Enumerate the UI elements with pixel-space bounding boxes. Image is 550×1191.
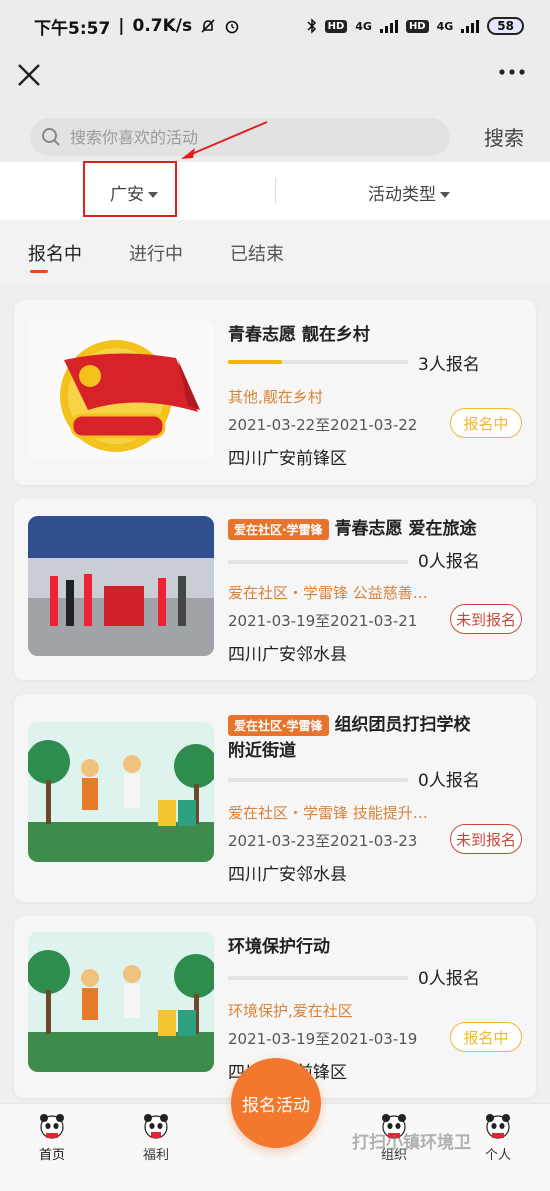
- annotation-arrow-icon: [181, 121, 268, 159]
- category-tag-badge: 爱在社区·学雷锋: [228, 714, 329, 736]
- signup-activity-label: 报名活动: [242, 1095, 310, 1116]
- mute-bell-icon: [201, 19, 215, 33]
- activity-title: 环境保护行动: [228, 937, 330, 957]
- top-bar: [0, 52, 550, 104]
- activity-category: 爱在社区・学雷锋 技能提升…: [228, 804, 428, 822]
- annotation-highlight-box: [83, 161, 177, 217]
- activity-dates: 2021-03-19至2021-03-21: [228, 612, 418, 630]
- signup-count: 3人报名: [418, 355, 480, 375]
- partial-activity-title: 打扫小镇环境卫: [352, 1133, 471, 1153]
- activity-card[interactable]: 青春志愿 靓在乡村 3人报名 其他,靓在乡村 2021-03-22至2021-0…: [14, 300, 536, 485]
- signup-progress-bar: [228, 976, 408, 980]
- signup-progress-bar: [228, 560, 408, 564]
- type-filter-dropdown[interactable]: 活动类型: [368, 180, 450, 205]
- signal-bars-icon: [379, 19, 398, 33]
- activity-location: 四川广安邻水县: [228, 645, 347, 665]
- hd-badge: HD: [324, 19, 348, 33]
- nav-label-profile: 个人: [484, 1148, 511, 1163]
- more-options-icon[interactable]: [496, 60, 528, 84]
- network-label-1: 4G: [355, 19, 372, 33]
- nav-item-home[interactable]: 首页: [22, 1112, 82, 1163]
- signup-progress-bar: [228, 360, 408, 364]
- nav-label-home: 首页: [38, 1148, 65, 1163]
- activity-thumbnail-cleanup-illustration: [28, 722, 214, 862]
- activity-thumbnail-volunteer-photo: [28, 516, 214, 656]
- tab-in-progress[interactable]: 进行中: [129, 240, 183, 266]
- activity-dates: 2021-03-22至2021-03-22: [228, 416, 418, 434]
- hd-badge-2: HD: [405, 19, 429, 33]
- activity-title: 青春志愿 靓在乡村: [228, 325, 370, 345]
- activity-category: 其他,靓在乡村: [228, 388, 323, 406]
- status-separator: |: [118, 16, 125, 36]
- signal-bars-icon-2: [461, 19, 480, 33]
- activity-category: 环境保护,爱在社区: [228, 1002, 353, 1020]
- cleanup-illustration-icon: [28, 932, 214, 1072]
- activity-thumbnail-youth-league-emblem: [28, 320, 214, 460]
- status-badge: 未到报名: [450, 604, 522, 634]
- panda-profile-icon: [486, 1114, 510, 1139]
- activity-dates: 2021-03-23至2021-03-23: [228, 832, 418, 850]
- nav-label-welfare: 福利: [142, 1148, 169, 1163]
- caret-down-icon: [440, 192, 450, 198]
- activity-title: 青春志愿 爱在旅途: [334, 519, 477, 539]
- filter-divider: [275, 178, 276, 204]
- status-bar: 下午5:57 | 0.7K/s HD 4G HD 4G 58: [0, 0, 550, 52]
- signup-progress-bar: [228, 778, 408, 782]
- status-badge: 报名中: [450, 1022, 522, 1052]
- activity-title-row: 爱在社区·学雷锋 青春志愿 爱在旅途: [228, 514, 476, 540]
- close-icon[interactable]: [12, 58, 46, 92]
- panda-welfare-icon: [144, 1114, 168, 1139]
- signup-progress-fill: [228, 360, 282, 364]
- activity-title-line2: 附近街道: [228, 741, 296, 761]
- nav-item-welfare[interactable]: 福利: [126, 1112, 186, 1163]
- active-tab-indicator: [30, 270, 48, 273]
- status-speed: 0.7K/s: [132, 16, 193, 36]
- nav-item-profile[interactable]: 个人: [468, 1112, 528, 1163]
- type-filter-label: 活动类型: [368, 185, 436, 205]
- activity-card[interactable]: 爱在社区·学雷锋 青春志愿 爱在旅途 0人报名 爱在社区・学雷锋 公益慈善… 20…: [14, 498, 536, 680]
- status-badge: 报名中: [450, 408, 522, 438]
- activity-location: 四川广安前锋区: [228, 449, 347, 469]
- activity-card[interactable]: 爱在社区·学雷锋 组织团员打扫学校 附近街道 0人报名 爱在社区・学雷锋 技能提升…: [14, 694, 536, 902]
- search-button[interactable]: 搜索: [484, 122, 524, 151]
- activity-title-row: 爱在社区·学雷锋 组织团员打扫学校: [228, 710, 471, 736]
- search-icon: [42, 128, 60, 146]
- network-label-2: 4G: [436, 19, 454, 33]
- search-row: 搜索: [0, 104, 550, 162]
- tab-ended[interactable]: 已结束: [230, 240, 284, 266]
- panda-home-icon: [40, 1114, 64, 1139]
- alarm-icon: [225, 20, 239, 34]
- signup-count: 0人报名: [418, 552, 480, 572]
- activity-category: 爱在社区・学雷锋 公益慈善…: [228, 584, 428, 602]
- activity-thumbnail-cleanup-illustration: [28, 932, 214, 1072]
- signup-count: 0人报名: [418, 969, 480, 989]
- bluetooth-icon: [307, 18, 316, 34]
- category-tag-badge: 爱在社区·学雷锋: [228, 518, 329, 540]
- youth-league-emblem-icon: [28, 320, 214, 460]
- activity-dates: 2021-03-19至2021-03-19: [228, 1030, 418, 1048]
- tab-signing-up[interactable]: 报名中: [28, 240, 82, 266]
- activity-location: 四川广安邻水县: [228, 865, 347, 885]
- status-badge: 未到报名: [450, 824, 522, 854]
- signup-activity-button[interactable]: 报名活动: [231, 1058, 321, 1148]
- status-tabs: 报名中 进行中 已结束: [0, 220, 550, 282]
- volunteer-group-photo-icon: [28, 516, 214, 656]
- activity-title: 组织团员打扫学校: [334, 715, 471, 735]
- signup-count: 0人报名: [418, 771, 480, 791]
- status-time: 下午5:57: [34, 18, 111, 39]
- battery-indicator: 58: [487, 17, 524, 35]
- cleanup-illustration-icon: [28, 722, 214, 862]
